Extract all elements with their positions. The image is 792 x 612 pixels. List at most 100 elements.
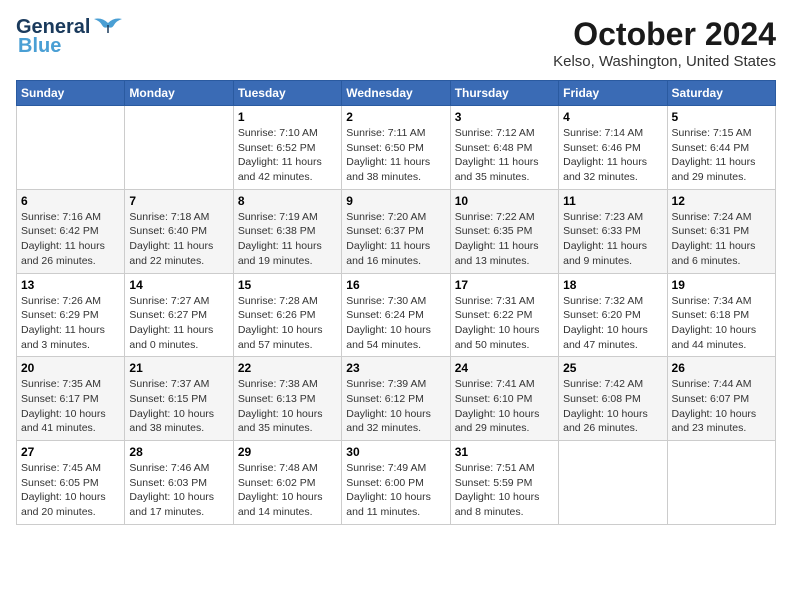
day-number: 27 (21, 445, 120, 459)
day-number: 3 (455, 110, 554, 124)
calendar-cell (17, 106, 125, 190)
day-number: 14 (129, 278, 228, 292)
day-info: Sunrise: 7:30 AMSunset: 6:24 PMDaylight:… (346, 294, 445, 353)
day-number: 10 (455, 194, 554, 208)
calendar-cell: 20 Sunrise: 7:35 AMSunset: 6:17 PMDayligh… (17, 357, 125, 441)
calendar-cell: 3 Sunrise: 7:12 AMSunset: 6:48 PMDaylight… (450, 106, 558, 190)
calendar-cell (667, 441, 775, 525)
day-number: 15 (238, 278, 337, 292)
calendar-cell: 22 Sunrise: 7:38 AMSunset: 6:13 PMDayligh… (233, 357, 341, 441)
logo-blue: Blue (18, 35, 61, 58)
day-number: 9 (346, 194, 445, 208)
day-number: 31 (455, 445, 554, 459)
day-info: Sunrise: 7:20 AMSunset: 6:37 PMDaylight:… (346, 210, 445, 269)
calendar-week-5: 27 Sunrise: 7:45 AMSunset: 6:05 PMDayligh… (17, 441, 776, 525)
day-info: Sunrise: 7:10 AMSunset: 6:52 PMDaylight:… (238, 126, 337, 185)
calendar-cell: 4Sunrise: 7:14 AMSunset: 6:46 PMDaylight… (559, 106, 667, 190)
calendar-cell: 5 Sunrise: 7:15 AMSunset: 6:44 PMDaylight… (667, 106, 775, 190)
calendar-cell: 26Sunrise: 7:44 AMSunset: 6:07 PMDayligh… (667, 357, 775, 441)
day-info: Sunrise: 7:31 AMSunset: 6:22 PMDaylight:… (455, 294, 554, 353)
day-info: Sunrise: 7:15 AMSunset: 6:44 PMDaylight:… (672, 126, 771, 185)
weekday-header-tuesday: Tuesday (233, 81, 341, 106)
day-number: 4 (563, 110, 662, 124)
day-info: Sunrise: 7:41 AMSunset: 6:10 PMDaylight:… (455, 377, 554, 436)
day-number: 13 (21, 278, 120, 292)
calendar-table: SundayMondayTuesdayWednesdayThursdayFrid… (16, 80, 776, 525)
day-info: Sunrise: 7:44 AMSunset: 6:07 PMDaylight:… (672, 377, 771, 436)
page-header: General Blue October 2024 Kelso, Washing… (16, 16, 776, 70)
weekday-header-saturday: Saturday (667, 81, 775, 106)
calendar-cell: 19Sunrise: 7:34 AMSunset: 6:18 PMDayligh… (667, 273, 775, 357)
calendar-cell: 10 Sunrise: 7:22 AMSunset: 6:35 PMDayligh… (450, 189, 558, 273)
calendar-cell: 7Sunrise: 7:18 AMSunset: 6:40 PMDaylight… (125, 189, 233, 273)
calendar-cell: 8Sunrise: 7:19 AMSunset: 6:38 PMDaylight… (233, 189, 341, 273)
calendar-cell: 31 Sunrise: 7:51 AMSunset: 5:59 PMDayligh… (450, 441, 558, 525)
calendar-cell: 30Sunrise: 7:49 AMSunset: 6:00 PMDayligh… (342, 441, 450, 525)
calendar-week-2: 6 Sunrise: 7:16 AMSunset: 6:42 PMDaylight… (17, 189, 776, 273)
calendar-cell: 11 Sunrise: 7:23 AMSunset: 6:33 PMDayligh… (559, 189, 667, 273)
day-number: 21 (129, 361, 228, 375)
day-info: Sunrise: 7:16 AMSunset: 6:42 PMDaylight:… (21, 210, 120, 269)
day-info: Sunrise: 7:48 AMSunset: 6:02 PMDaylight:… (238, 461, 337, 520)
calendar-cell: 17 Sunrise: 7:31 AMSunset: 6:22 PMDayligh… (450, 273, 558, 357)
calendar-cell: 29 Sunrise: 7:48 AMSunset: 6:02 PMDayligh… (233, 441, 341, 525)
calendar-cell: 16 Sunrise: 7:30 AMSunset: 6:24 PMDayligh… (342, 273, 450, 357)
day-number: 16 (346, 278, 445, 292)
weekday-header-thursday: Thursday (450, 81, 558, 106)
calendar-cell: 15 Sunrise: 7:28 AMSunset: 6:26 PMDayligh… (233, 273, 341, 357)
day-info: Sunrise: 7:49 AMSunset: 6:00 PMDaylight:… (346, 461, 445, 520)
calendar-cell (559, 441, 667, 525)
day-info: Sunrise: 7:51 AMSunset: 5:59 PMDaylight:… (455, 461, 554, 520)
page-title: October 2024 (553, 16, 776, 53)
day-info: Sunrise: 7:24 AMSunset: 6:31 PMDaylight:… (672, 210, 771, 269)
calendar-cell: 6 Sunrise: 7:16 AMSunset: 6:42 PMDaylight… (17, 189, 125, 273)
day-number: 28 (129, 445, 228, 459)
calendar-cell: 28 Sunrise: 7:46 AMSunset: 6:03 PMDayligh… (125, 441, 233, 525)
calendar-cell: 9 Sunrise: 7:20 AMSunset: 6:37 PMDaylight… (342, 189, 450, 273)
calendar-cell (125, 106, 233, 190)
day-info: Sunrise: 7:22 AMSunset: 6:35 PMDaylight:… (455, 210, 554, 269)
day-info: Sunrise: 7:38 AMSunset: 6:13 PMDaylight:… (238, 377, 337, 436)
day-number: 25 (563, 361, 662, 375)
day-info: Sunrise: 7:35 AMSunset: 6:17 PMDaylight:… (21, 377, 120, 436)
day-info: Sunrise: 7:12 AMSunset: 6:48 PMDaylight:… (455, 126, 554, 185)
day-number: 11 (563, 194, 662, 208)
day-number: 24 (455, 361, 554, 375)
day-info: Sunrise: 7:27 AMSunset: 6:27 PMDaylight:… (129, 294, 228, 353)
calendar-week-4: 20 Sunrise: 7:35 AMSunset: 6:17 PMDayligh… (17, 357, 776, 441)
day-info: Sunrise: 7:42 AMSunset: 6:08 PMDaylight:… (563, 377, 662, 436)
calendar-cell: 13 Sunrise: 7:26 AMSunset: 6:29 PMDayligh… (17, 273, 125, 357)
day-info: Sunrise: 7:23 AMSunset: 6:33 PMDaylight:… (563, 210, 662, 269)
day-number: 5 (672, 110, 771, 124)
calendar-cell: 2Sunrise: 7:11 AMSunset: 6:50 PMDaylight… (342, 106, 450, 190)
day-info: Sunrise: 7:26 AMSunset: 6:29 PMDaylight:… (21, 294, 120, 353)
day-number: 29 (238, 445, 337, 459)
weekday-header-monday: Monday (125, 81, 233, 106)
day-number: 6 (21, 194, 120, 208)
logo: General Blue (16, 16, 122, 58)
day-info: Sunrise: 7:45 AMSunset: 6:05 PMDaylight:… (21, 461, 120, 520)
calendar-cell: 24 Sunrise: 7:41 AMSunset: 6:10 PMDayligh… (450, 357, 558, 441)
calendar-cell: 21Sunrise: 7:37 AMSunset: 6:15 PMDayligh… (125, 357, 233, 441)
day-number: 20 (21, 361, 120, 375)
calendar-cell: 14 Sunrise: 7:27 AMSunset: 6:27 PMDayligh… (125, 273, 233, 357)
day-info: Sunrise: 7:39 AMSunset: 6:12 PMDaylight:… (346, 377, 445, 436)
calendar-cell: 1Sunrise: 7:10 AMSunset: 6:52 PMDaylight… (233, 106, 341, 190)
weekday-header-friday: Friday (559, 81, 667, 106)
calendar-week-3: 13 Sunrise: 7:26 AMSunset: 6:29 PMDayligh… (17, 273, 776, 357)
weekday-header-sunday: Sunday (17, 81, 125, 106)
calendar-week-1: 1Sunrise: 7:10 AMSunset: 6:52 PMDaylight… (17, 106, 776, 190)
day-number: 22 (238, 361, 337, 375)
day-number: 7 (129, 194, 228, 208)
calendar-cell: 12 Sunrise: 7:24 AMSunset: 6:31 PMDayligh… (667, 189, 775, 273)
day-info: Sunrise: 7:34 AMSunset: 6:18 PMDaylight:… (672, 294, 771, 353)
logo-bird-icon (94, 15, 122, 37)
day-info: Sunrise: 7:46 AMSunset: 6:03 PMDaylight:… (129, 461, 228, 520)
day-number: 23 (346, 361, 445, 375)
day-info: Sunrise: 7:19 AMSunset: 6:38 PMDaylight:… (238, 210, 337, 269)
day-number: 17 (455, 278, 554, 292)
day-number: 2 (346, 110, 445, 124)
page-subtitle: Kelso, Washington, United States (553, 53, 776, 70)
day-info: Sunrise: 7:28 AMSunset: 6:26 PMDaylight:… (238, 294, 337, 353)
day-number: 12 (672, 194, 771, 208)
